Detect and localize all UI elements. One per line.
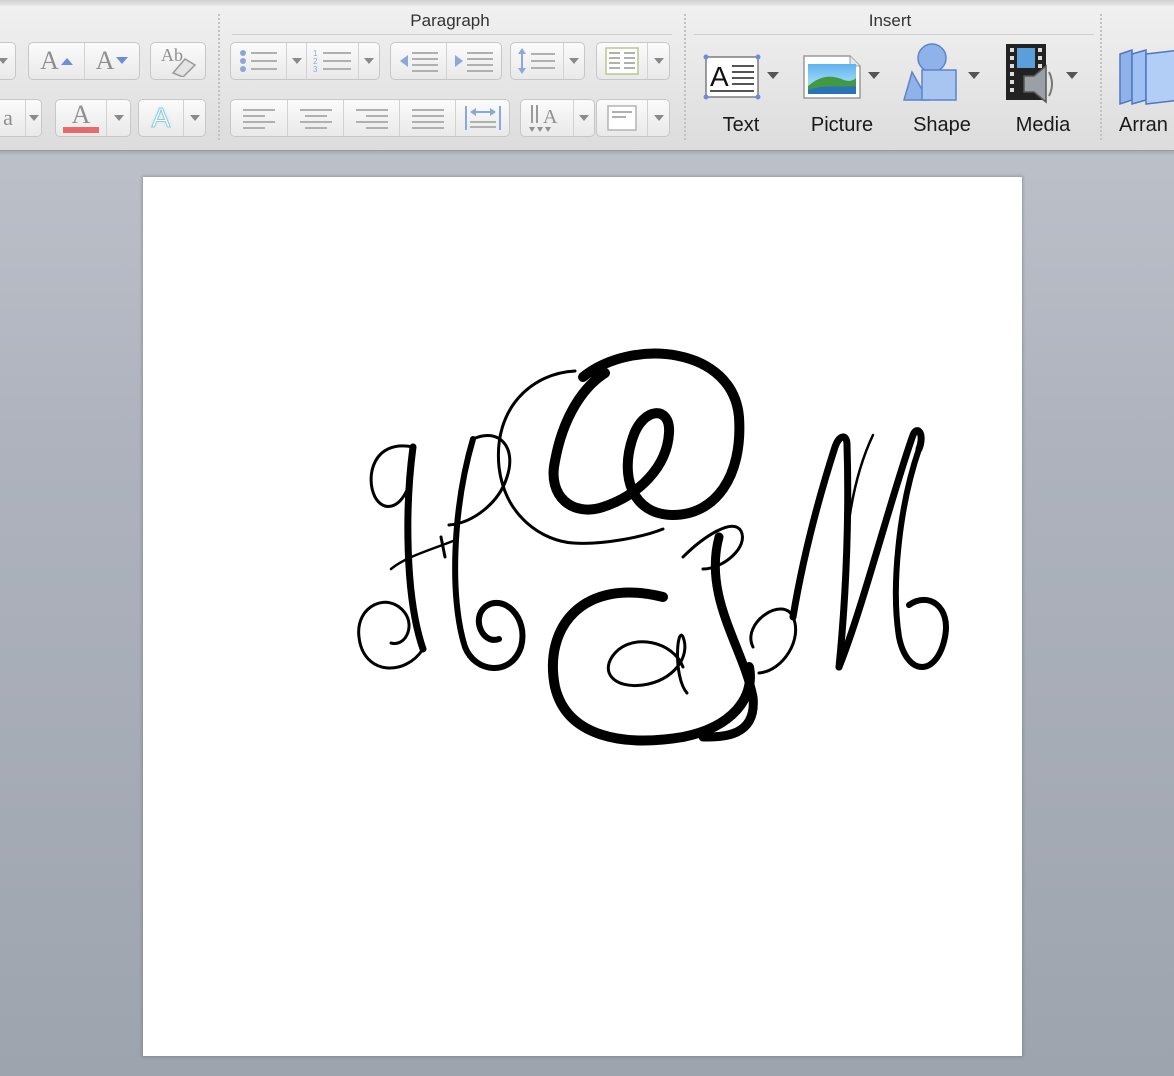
line-spacing-button[interactable] [510,42,585,80]
svg-text:A: A [710,61,729,92]
chevron-down-icon [113,115,124,121]
align-text-button[interactable] [596,99,670,137]
numbering-button[interactable]: 1 2 3 [306,43,358,79]
font-size-buttons: A A [28,42,140,80]
line-spacing-icon [518,48,555,74]
columns-icon [605,47,639,75]
group-separator [218,14,220,140]
arrow-up-icon [60,58,73,65]
chevron-down-icon [363,58,374,64]
increase-indent-icon [455,52,493,72]
ribbon-toolbar: Paragraph Insert A A Ab a A A 1 2 3 A A … [0,0,1174,151]
shape-tool-label: Shape [913,114,971,136]
change-case-button[interactable]: a [0,99,42,137]
clear-formatting-button[interactable]: Ab [150,42,206,80]
distributed-button[interactable] [455,100,509,136]
svg-text:A: A [543,106,558,128]
align-right-icon [355,109,388,129]
chevron-down-icon [28,115,39,121]
chevron-down-icon [291,58,302,64]
insert-shape-button[interactable]: Shape [896,43,988,146]
insert-text-box-button[interactable]: A Text [698,46,784,146]
shape-icon [903,43,957,101]
align-left-button[interactable] [231,100,287,136]
ribbon-shadow [0,150,1174,156]
text-tool-label: Text [722,114,760,136]
distributed-icon [464,106,501,130]
chevron-down-icon [767,72,779,79]
insert-group-title: Insert [868,11,912,30]
insert-picture-button[interactable]: Picture [796,46,888,146]
chevron-down-icon [189,115,200,121]
group-separator [1100,14,1102,140]
chevron-down-icon [653,115,664,121]
eraser-icon [171,58,197,77]
align-center-button[interactable] [287,100,343,136]
chevron-down-icon [579,115,589,121]
chevron-down-icon [1066,72,1078,79]
media-icon [1006,44,1053,104]
alignment-buttons [230,99,510,137]
media-tool-label: Media [1015,114,1071,136]
chevron-down-icon [868,72,880,79]
increase-indent-button[interactable] [446,43,501,79]
document-page[interactable] [143,177,1022,1056]
align-text-icon [607,105,637,131]
monogram-letter-g [496,348,758,746]
chevron-down-icon [569,58,579,64]
bullet-list-icon [239,50,277,72]
grow-font-button[interactable]: A [29,43,84,79]
chevron-down-icon [653,58,664,64]
align-left-icon [243,109,275,129]
list-buttons: 1 2 3 [230,42,380,80]
monogram-letter-m [749,427,949,675]
font-color-icon: A [71,100,91,129]
font-color-swatch [63,127,99,133]
justify-icon [411,109,444,129]
svg-text:3: 3 [313,65,318,74]
monogram-letter-h [357,433,526,671]
paragraph-group-title: Paragraph [410,11,490,30]
bullets-button[interactable] [231,43,286,79]
text-direction-button[interactable]: A [520,99,595,137]
shrink-font-button[interactable]: A [84,43,139,79]
text-box-icon: A [703,54,761,100]
chevron-down-icon [968,72,980,79]
change-case-icon: a [3,105,13,130]
font-color-button[interactable]: A [55,99,131,137]
justify-button[interactable] [399,100,455,136]
insert-media-button[interactable]: Media [1000,44,1086,146]
insert-title-rule [694,34,1094,35]
arrange-tool-label: Arran [1119,114,1168,136]
align-center-icon [299,109,332,129]
align-right-button[interactable] [343,100,399,136]
chevron-down-icon [0,58,8,64]
monogram-graphic[interactable] [143,177,1022,1056]
shrink-font-icon: A [95,46,115,75]
columns-button[interactable] [596,42,670,80]
picture-tool-label: Picture [810,114,874,136]
grow-font-icon: A [40,46,59,75]
decrease-indent-button[interactable] [391,43,446,79]
arrange-icon [1119,48,1174,106]
picture-icon [803,55,861,99]
arrow-down-icon [116,57,129,64]
ribbon-top-edge [0,0,1174,6]
font-size-dropdown[interactable] [0,42,16,80]
paragraph-title-rule [232,34,672,35]
indent-buttons [390,42,502,80]
text-effects-icon: A [151,102,171,134]
numbered-list-icon: 1 2 3 [313,49,351,74]
text-effects-button[interactable]: A [138,99,206,137]
group-separator [684,14,686,140]
decrease-indent-icon [399,52,438,72]
text-direction-icon: A [529,105,558,132]
arrange-button[interactable]: Arran [1112,46,1174,146]
